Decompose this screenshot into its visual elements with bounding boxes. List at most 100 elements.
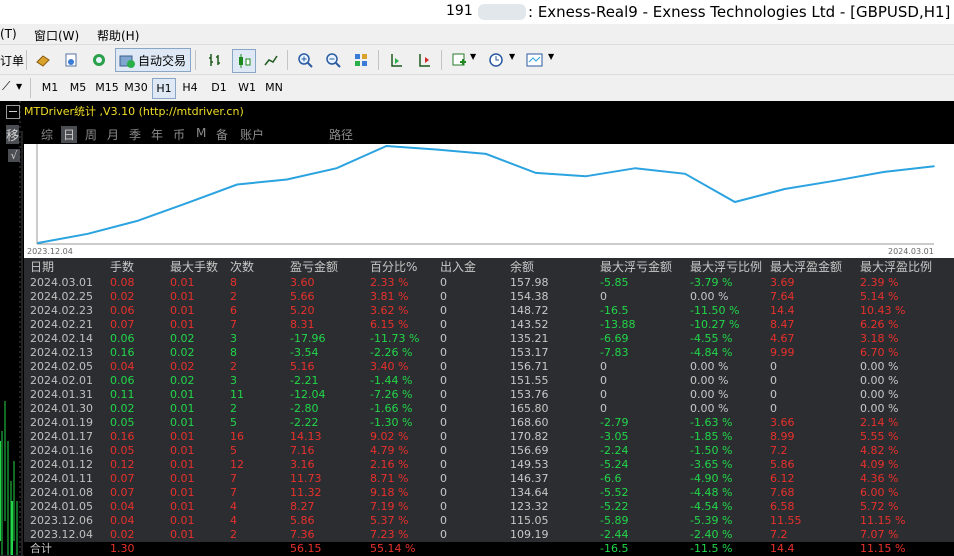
- col-max-float-profit-pct: 0.00 %: [860, 374, 899, 387]
- col-pct: -11.73 %: [370, 332, 420, 345]
- zoom-in-icon[interactable]: [294, 49, 316, 71]
- side-check-icon[interactable]: √: [8, 149, 20, 162]
- timeframe-h1[interactable]: H1: [152, 78, 176, 99]
- tab-currency[interactable]: 币: [173, 126, 185, 143]
- tab-monthly[interactable]: 月: [107, 126, 119, 143]
- total-pct: 55.14 %: [370, 542, 416, 555]
- line-chart-icon[interactable]: [260, 49, 282, 71]
- zoom-out-icon[interactable]: [322, 49, 344, 71]
- col-pct: 2.16 %: [370, 458, 409, 471]
- chevron-down-icon[interactable]: ▼: [509, 52, 515, 61]
- chevron-down-icon[interactable]: ▼: [470, 52, 476, 61]
- tab-quarterly[interactable]: 季: [129, 126, 141, 143]
- auto-trading-label: 自动交易: [138, 53, 187, 68]
- balance-point: [236, 183, 238, 186]
- tab-account[interactable]: 账户: [240, 126, 264, 143]
- col-max-lots: 0.01: [170, 318, 195, 331]
- col-lots: 0.06: [110, 374, 135, 387]
- col-pl: 14.13: [290, 430, 322, 443]
- chevron-down-icon[interactable]: ▼: [548, 52, 554, 61]
- new-order-button[interactable]: 订单: [0, 52, 24, 69]
- timeframe-m5[interactable]: M5: [66, 78, 90, 97]
- col-lots: 0.07: [110, 472, 135, 485]
- total-lots: 1.30: [110, 542, 135, 555]
- col-max-lots: 0.01: [170, 402, 195, 415]
- col-pct: 4.79 %: [370, 444, 409, 457]
- drawing-tools-icon[interactable]: ⟋: [2, 79, 10, 94]
- col-max-lots: 0.01: [170, 304, 195, 317]
- col-pl: -12.04: [290, 388, 326, 401]
- col-pct: 5.37 %: [370, 514, 409, 527]
- col-max-float-profit-pct: 0.00 %: [860, 360, 899, 373]
- indicators-icon[interactable]: [448, 49, 470, 71]
- col-max-lots: 0.02: [170, 360, 195, 373]
- history-icon[interactable]: [32, 49, 54, 71]
- side-tab-move[interactable]: 移: [6, 125, 20, 144]
- col-pct: 9.18 %: [370, 486, 409, 499]
- signals-icon[interactable]: [88, 49, 110, 71]
- col-lots: 0.04: [110, 360, 135, 373]
- timeframe-w1[interactable]: W1: [235, 78, 259, 97]
- tile-windows-icon[interactable]: [350, 49, 372, 71]
- tab-notes[interactable]: 备: [216, 126, 228, 143]
- timeframe-m15[interactable]: M15: [94, 78, 120, 97]
- col-max-float-profit-pct: 5.55 %: [860, 430, 899, 443]
- tab-daily[interactable]: 日: [61, 126, 78, 143]
- col-deposit: 0: [440, 388, 447, 401]
- terminal-icon[interactable]: [60, 49, 82, 71]
- col-pl: 5.20: [290, 304, 315, 317]
- tab-magic[interactable]: M: [196, 126, 206, 140]
- templates-icon[interactable]: [524, 49, 546, 71]
- col-max-float-loss-pct: 0.00 %: [690, 360, 729, 373]
- col-lots: 0.16: [110, 430, 135, 443]
- total-max-float-loss-pct: -11.5 %: [690, 542, 733, 555]
- chevron-down-icon[interactable]: ▼: [16, 82, 22, 91]
- balance-point: [734, 201, 736, 203]
- col-pl: 8.31: [290, 318, 315, 331]
- timeframe-m1[interactable]: M1: [38, 78, 62, 97]
- chart-shift-icon[interactable]: [385, 49, 407, 71]
- tab-path[interactable]: 路径: [329, 126, 353, 143]
- timeframe-d1[interactable]: D1: [207, 78, 231, 97]
- bar-chart-icon[interactable]: [204, 49, 226, 71]
- col-max-float-profit: 8.99: [770, 430, 795, 443]
- col-count: 3: [230, 374, 237, 387]
- col-max-float-loss: -6.69: [600, 332, 629, 345]
- menu-item-help[interactable]: 帮助(H): [97, 27, 139, 44]
- col-max-float-loss-pct: 0.00 %: [690, 290, 729, 303]
- col-max-float-loss-pct: -3.65 %: [690, 458, 733, 471]
- col-header-lots: 手数: [110, 260, 135, 274]
- table-row: 2024.02.21 0.07 0.01 7 8.31 6.15 % 0 143.52 -13.…: [24, 318, 954, 332]
- tab-yearly[interactable]: 年: [151, 126, 163, 143]
- col-max-lots: 0.01: [170, 500, 195, 513]
- col-balance: 109.19: [510, 528, 549, 541]
- col-pct: 9.02 %: [370, 430, 409, 443]
- account-number: 191: [446, 3, 473, 19]
- col-date: 2024.01.05: [30, 500, 93, 513]
- col-lots: 0.05: [110, 416, 135, 429]
- periods-clock-icon[interactable]: [485, 49, 507, 71]
- timeframe-mn[interactable]: MN: [262, 78, 286, 97]
- candlestick-icon[interactable]: [232, 49, 256, 73]
- balance-line: [37, 144, 935, 244]
- auto-trading-button[interactable]: 自动交易: [115, 48, 191, 72]
- toolbar-separator: [26, 50, 27, 70]
- balance-point: [87, 233, 89, 235]
- balance-point: [883, 171, 885, 173]
- tab-summary[interactable]: 综: [41, 126, 53, 143]
- tab-weekly[interactable]: 周: [85, 126, 97, 143]
- col-max-float-loss-pct: -4.48 %: [690, 486, 733, 499]
- stats-tabs: 综 日 周 月 季 年 币 M 备 账户 路径: [24, 124, 954, 144]
- menu-item-tools[interactable]: (T): [0, 27, 17, 41]
- col-max-float-loss: 0: [600, 360, 607, 373]
- col-max-float-loss: -7.83: [600, 346, 629, 359]
- autoscroll-icon[interactable]: [413, 49, 435, 71]
- timeframe-h4[interactable]: H4: [178, 78, 202, 97]
- timeframe-m30[interactable]: M30: [123, 78, 149, 97]
- col-date: 2024.01.16: [30, 444, 93, 457]
- menu-item-window[interactable]: 窗口(W): [34, 27, 79, 44]
- panel-minimize-icon[interactable]: [6, 105, 20, 119]
- col-date: 2024.02.01: [30, 374, 93, 387]
- col-lots: 0.02: [110, 402, 135, 415]
- table-row: 2024.02.05 0.04 0.02 2 5.16 3.40 % 0 156.71 0 0.0…: [24, 360, 954, 374]
